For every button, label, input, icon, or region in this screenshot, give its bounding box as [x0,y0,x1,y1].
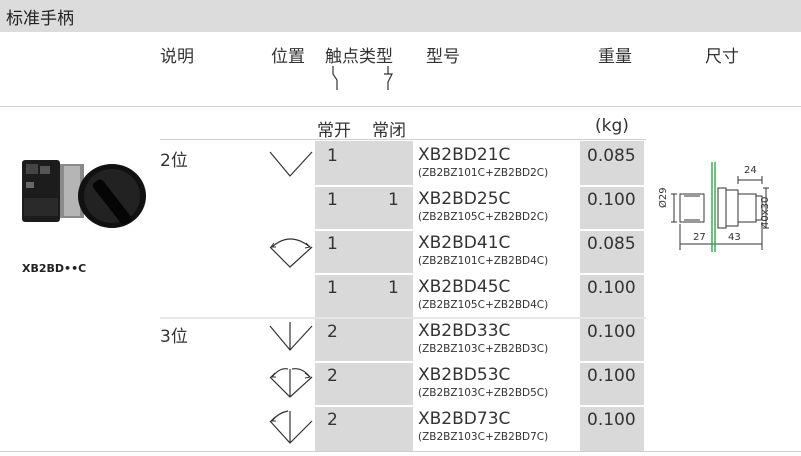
dim-right: 43 [728,232,741,243]
no-count: 2 [327,366,338,386]
selector-switch-photo-icon [22,160,146,228]
no-count: 1 [327,146,338,166]
weight-value: 0.100 [587,190,636,210]
weight-value: 0.100 [587,322,636,342]
group-divider [160,317,646,319]
page-title: 标准手柄 [6,9,74,29]
model-number: XB2BD21C [418,145,511,165]
row-divider [315,229,645,231]
handle-position-diagram-icon [269,238,313,268]
model-components: (ZB2BZ103C+ZB2BD3C) [418,343,549,355]
subheader-divider [160,139,646,140]
model-components: (ZB2BZ105C+ZB2BD4C) [418,299,549,311]
weight-value: 0.100 [587,366,636,386]
model-components: (ZB2BZ101C+ZB2BD4C) [418,255,549,267]
weight-value: 0.085 [587,234,636,254]
handle-position-diagram-icon [269,322,313,351]
dim-diameter: Ø29 [658,187,669,208]
handle-position-diagram-icon [269,368,313,398]
no-count: 1 [327,190,338,210]
nc-count: 1 [388,190,399,210]
handle-position-diagram-icon [269,151,313,177]
dim-top: 24 [744,165,757,176]
header-divider [0,106,801,107]
model-number: XB2BD73C [418,409,511,429]
row-divider [315,273,645,275]
table-bottom-border [0,451,801,452]
no-count: 1 [327,234,338,254]
header-position: 位置 [271,47,305,67]
model-components: (ZB2BZ103C+ZB2BD5C) [418,387,549,399]
group-label-2pos: 2位 [160,151,188,171]
group-label-3pos: 3位 [160,327,188,347]
no-count: 2 [327,410,338,430]
subheader-nc: 常闭 [372,121,406,141]
title-bar: 标准手柄 [0,0,801,32]
row-divider [315,361,645,363]
row-divider [315,185,645,187]
header-weight: 重量 [598,47,632,67]
dim-left: 27 [693,232,706,243]
weight-value: 0.100 [587,410,636,430]
model-components: (ZB2BZ105C+ZB2BD2C) [418,211,549,223]
dim-side: 40x30 [760,196,771,228]
product-label: XB2BD••C [22,262,87,275]
contact-no-icon [332,66,338,90]
header-desc: 说明 [160,47,194,67]
weight-value: 0.085 [587,146,636,166]
nc-count: 1 [388,278,399,298]
handle-position-diagram-icon [269,410,313,444]
no-count: 2 [327,322,338,342]
subheader-no: 常开 [317,121,351,141]
row-divider [315,405,645,407]
model-number: XB2BD53C [418,365,511,385]
header-model: 型号 [426,47,460,67]
model-components: (ZB2BZ103C+ZB2BD7C) [418,431,549,443]
subheader-weight-unit: (kg) [595,116,629,136]
model-number: XB2BD25C [418,189,511,209]
contact-nc-icon [384,66,393,90]
model-components: (ZB2BZ101C+ZB2BD2C) [418,167,549,179]
model-number: XB2BD41C [418,233,511,253]
no-count: 1 [327,278,338,298]
header-size: 尺寸 [705,47,739,67]
weight-value: 0.100 [587,278,636,298]
product-table-page: 标准手柄 说明 位置 触点类型 型号 重量 尺寸 常开 常闭 (kg) XB2B… [0,0,801,456]
model-number: XB2BD33C [418,321,511,341]
header-contact-type: 触点类型 [325,47,393,67]
model-number: XB2BD45C [418,277,511,297]
